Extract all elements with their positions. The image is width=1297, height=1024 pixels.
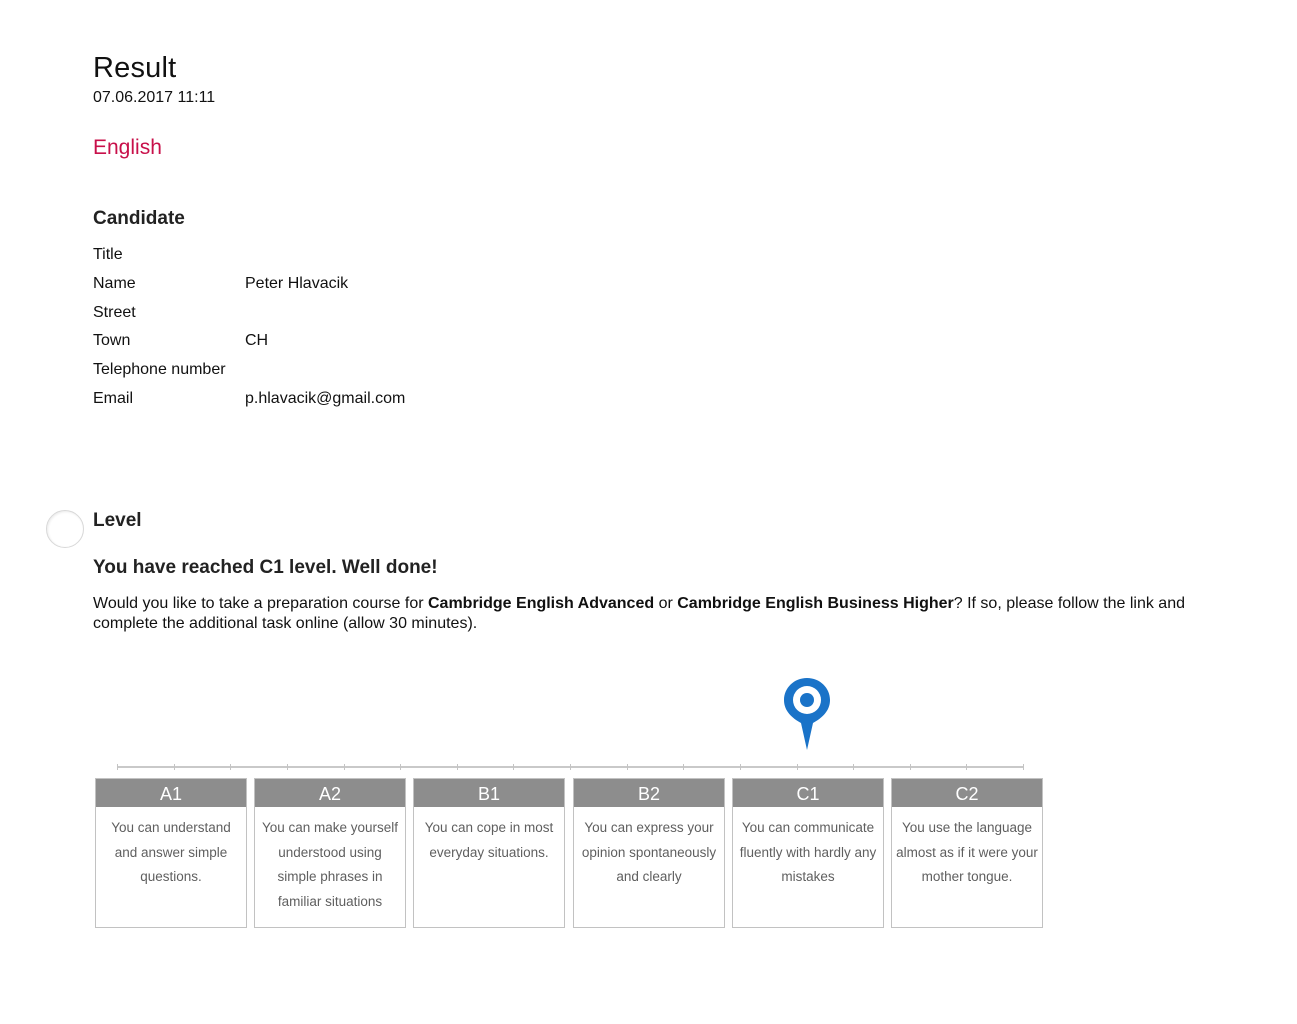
scale-tick xyxy=(1023,764,1024,770)
scale-tick xyxy=(400,764,402,770)
level-description: You use the language almost as if it wer… xyxy=(896,820,1038,884)
level-code: C1 xyxy=(733,779,883,807)
scale-tick xyxy=(796,764,798,770)
level-description: You can cope in most everyday situations… xyxy=(424,820,554,860)
scale-tick xyxy=(683,764,685,770)
level-card-a2: A2 You can make yourself understood usin… xyxy=(254,778,406,928)
level-card-b2: B2 You can express your opinion spontane… xyxy=(573,778,725,928)
scale-tick xyxy=(570,764,571,770)
field-label: Title xyxy=(93,246,123,263)
field-value: p.hlavacik@gmail.com xyxy=(245,390,406,407)
course-text-part: or xyxy=(654,595,678,612)
scale-tick xyxy=(286,764,288,770)
scale-tick xyxy=(966,764,968,770)
subject-language: English xyxy=(93,136,162,159)
scale-tick xyxy=(909,764,911,770)
scale-tick xyxy=(343,764,345,770)
course-name-advanced: Cambridge English Advanced xyxy=(428,595,655,612)
scale-tick xyxy=(117,764,118,770)
scale-tick xyxy=(230,764,232,770)
result-page: Result 07.06.2017 11:11 English Candidat… xyxy=(0,0,1297,1024)
level-card-a1: A1 You can understand and answer simple … xyxy=(95,778,247,928)
scale-tick xyxy=(173,764,175,770)
map-pin-icon xyxy=(784,678,830,750)
field-label: Street xyxy=(93,304,136,321)
level-code: A2 xyxy=(255,779,405,807)
candidate-row-town: Town CH xyxy=(93,332,593,354)
scale-tick xyxy=(853,764,855,770)
level-code: A1 xyxy=(96,779,246,807)
level-radio-button[interactable] xyxy=(46,510,84,548)
level-description: You can communicate fluently with hardly… xyxy=(739,820,877,884)
candidate-row-name: Name Peter Hlavacik xyxy=(93,275,593,297)
level-description: You can make yourself understood using s… xyxy=(261,820,399,909)
level-scale: A1 You can understand and answer simple … xyxy=(95,670,1055,940)
level-description: You can understand and answer simple que… xyxy=(111,820,231,884)
candidate-row-street: Street xyxy=(93,304,593,326)
candidate-heading: Candidate xyxy=(93,208,185,229)
course-offer-text: Would you like to take a preparation cou… xyxy=(93,594,1233,634)
level-description: You can express your opinion spontaneous… xyxy=(581,820,717,884)
course-name-business-higher: Cambridge English Business Higher xyxy=(677,595,954,612)
scale-tick xyxy=(739,764,741,770)
field-label: Town xyxy=(93,332,131,349)
candidate-row-telephone: Telephone number xyxy=(93,361,593,383)
page-title: Result xyxy=(93,52,177,84)
level-code: C2 xyxy=(892,779,1042,807)
level-card-b1: B1 You can cope in most everyday situati… xyxy=(413,778,565,928)
level-heading: Level xyxy=(93,510,142,531)
course-text-part: Would you like to take a preparation cou… xyxy=(93,595,428,612)
field-label: Name xyxy=(93,275,136,292)
level-reached-message: You have reached C1 level. Well done! xyxy=(93,557,438,578)
scale-tick xyxy=(626,764,628,770)
candidate-row-email: Email p.hlavacik@gmail.com xyxy=(93,390,593,412)
scale-tick xyxy=(513,764,515,770)
level-code: B1 xyxy=(414,779,564,807)
candidate-row-title: Title xyxy=(93,246,593,268)
level-card-c1: C1 You can communicate fluently with har… xyxy=(732,778,884,928)
scale-tick xyxy=(456,764,458,770)
field-value: Peter Hlavacik xyxy=(245,275,349,292)
field-label: Email xyxy=(93,390,134,407)
level-code: B2 xyxy=(574,779,724,807)
field-label: Telephone number xyxy=(93,361,226,378)
result-timestamp: 07.06.2017 11:11 xyxy=(93,89,216,106)
level-card-c2: C2 You use the language almost as if it … xyxy=(891,778,1043,928)
field-value: CH xyxy=(245,332,269,349)
